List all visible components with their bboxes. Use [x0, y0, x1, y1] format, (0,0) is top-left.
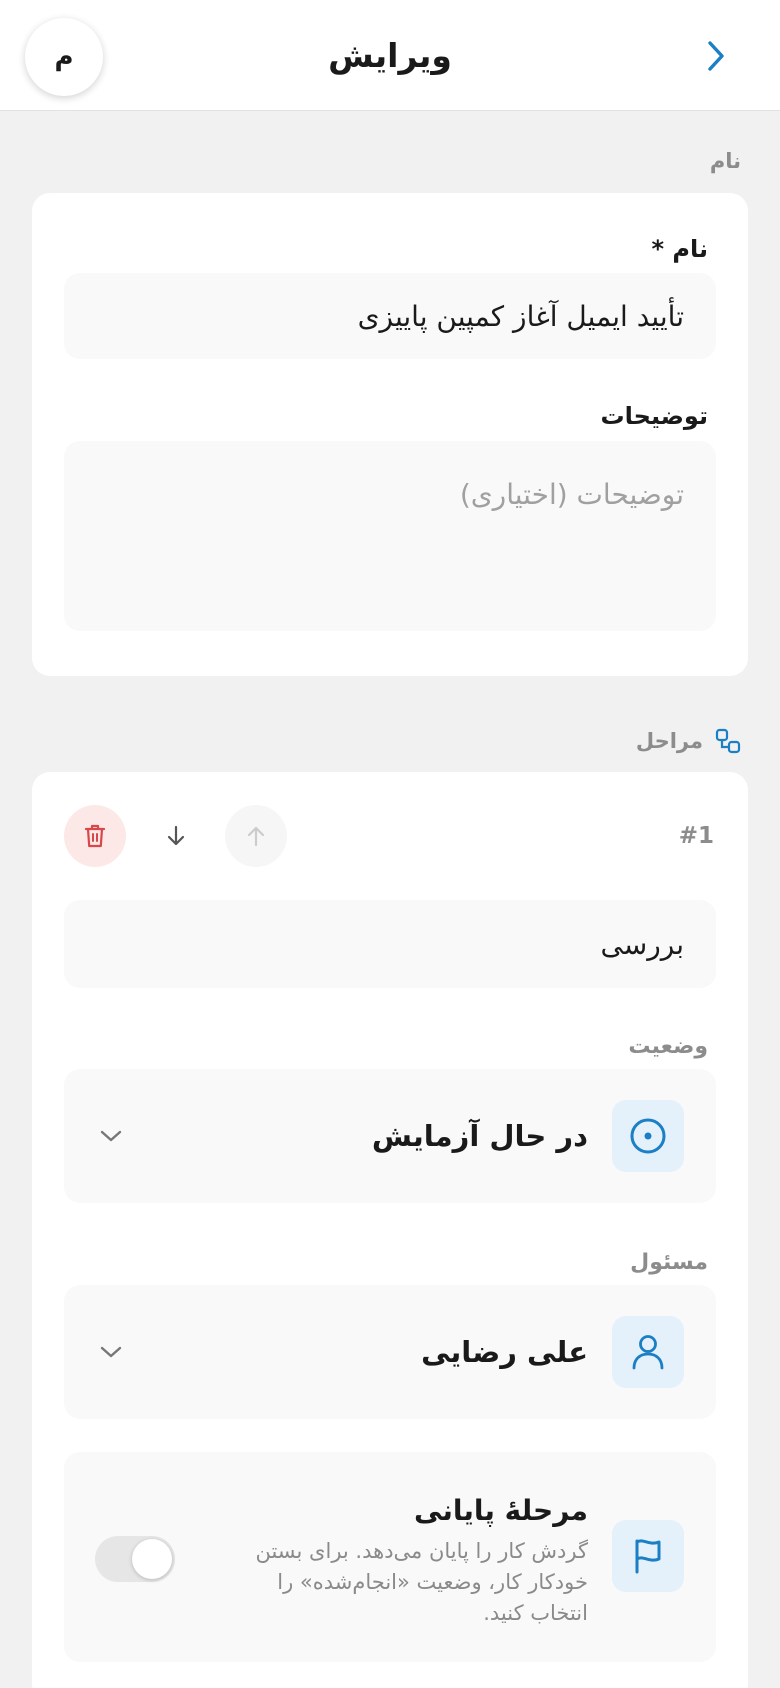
- avatar[interactable]: م: [25, 18, 103, 96]
- status-select[interactable]: در حال آزمایش: [64, 1069, 716, 1203]
- flag-icon: [635, 1539, 661, 1574]
- final-stage-toggle[interactable]: [95, 1536, 175, 1582]
- step-title-value: بررسی: [600, 927, 684, 961]
- final-stage-description: گردش کار را پایان می‌دهد. برای بستن خودک…: [255, 1536, 588, 1629]
- name-input[interactable]: تأیید ایمیل آغاز کمپین پاییزی: [64, 273, 716, 359]
- step-card: #1 بررسی وضعیت در حال آزمایش مسئول علی ر…: [32, 772, 748, 1688]
- assignee-dropdown-chevron: [96, 1337, 126, 1367]
- move-up-button[interactable]: [225, 805, 287, 867]
- chevron-down-icon: [100, 1130, 122, 1142]
- status-label: وضعیت: [628, 1034, 708, 1059]
- trash-icon: [84, 824, 106, 848]
- user-icon: [632, 1335, 664, 1370]
- status-dropdown-chevron: [96, 1121, 126, 1151]
- step-title-input[interactable]: بررسی: [64, 900, 716, 988]
- name-section-label: نام: [709, 149, 741, 173]
- move-down-button[interactable]: [145, 805, 207, 867]
- description-textarea[interactable]: توضیحات (اختیاری): [64, 441, 716, 631]
- description-placeholder: توضیحات (اختیاری): [459, 478, 684, 511]
- name-field-label: نام *: [651, 235, 708, 263]
- status-icon-tile: [612, 1100, 684, 1172]
- arrow-down-icon: [167, 825, 185, 846]
- steps-section-label: مراحل: [635, 729, 703, 753]
- target-circle-icon: [630, 1118, 666, 1154]
- top-app-bar: ویرایش م: [0, 0, 780, 111]
- description-field-label: توضیحات: [600, 402, 708, 430]
- assignee-value: علی رضایی: [421, 1335, 588, 1369]
- final-stage-desc-line: خودکار کار، وضعیت «انجام‌شده» را: [277, 1570, 588, 1594]
- arrow-up-icon: [247, 826, 265, 847]
- toggle-knob: [132, 1539, 172, 1579]
- assignee-select[interactable]: علی رضایی: [64, 1285, 716, 1419]
- step-number: #1: [678, 823, 714, 849]
- delete-step-button[interactable]: [64, 805, 126, 867]
- name-input-value: تأیید ایمیل آغاز کمپین پاییزی: [357, 299, 684, 333]
- assignee-label: مسئول: [630, 1250, 708, 1275]
- chevron-down-icon: [100, 1346, 122, 1358]
- assignee-icon-tile: [612, 1316, 684, 1388]
- final-stage-title: مرحلهٔ پایانی: [414, 1494, 588, 1527]
- final-stage-row: مرحلهٔ پایانی گردش کار را پایان می‌دهد. …: [64, 1452, 716, 1662]
- status-value: در حال آزمایش: [371, 1119, 588, 1153]
- steps-section-header: مراحل: [636, 726, 741, 756]
- nodes-icon: [715, 728, 741, 754]
- page-title: ویرایش: [328, 36, 452, 75]
- final-stage-desc-line: گردش کار را پایان می‌دهد. برای بستن: [255, 1539, 588, 1563]
- name-card: نام * تأیید ایمیل آغاز کمپین پاییزی توضی…: [32, 193, 748, 676]
- final-stage-icon-tile: [612, 1520, 684, 1592]
- final-stage-desc-line: انتخاب کنید.: [483, 1601, 588, 1625]
